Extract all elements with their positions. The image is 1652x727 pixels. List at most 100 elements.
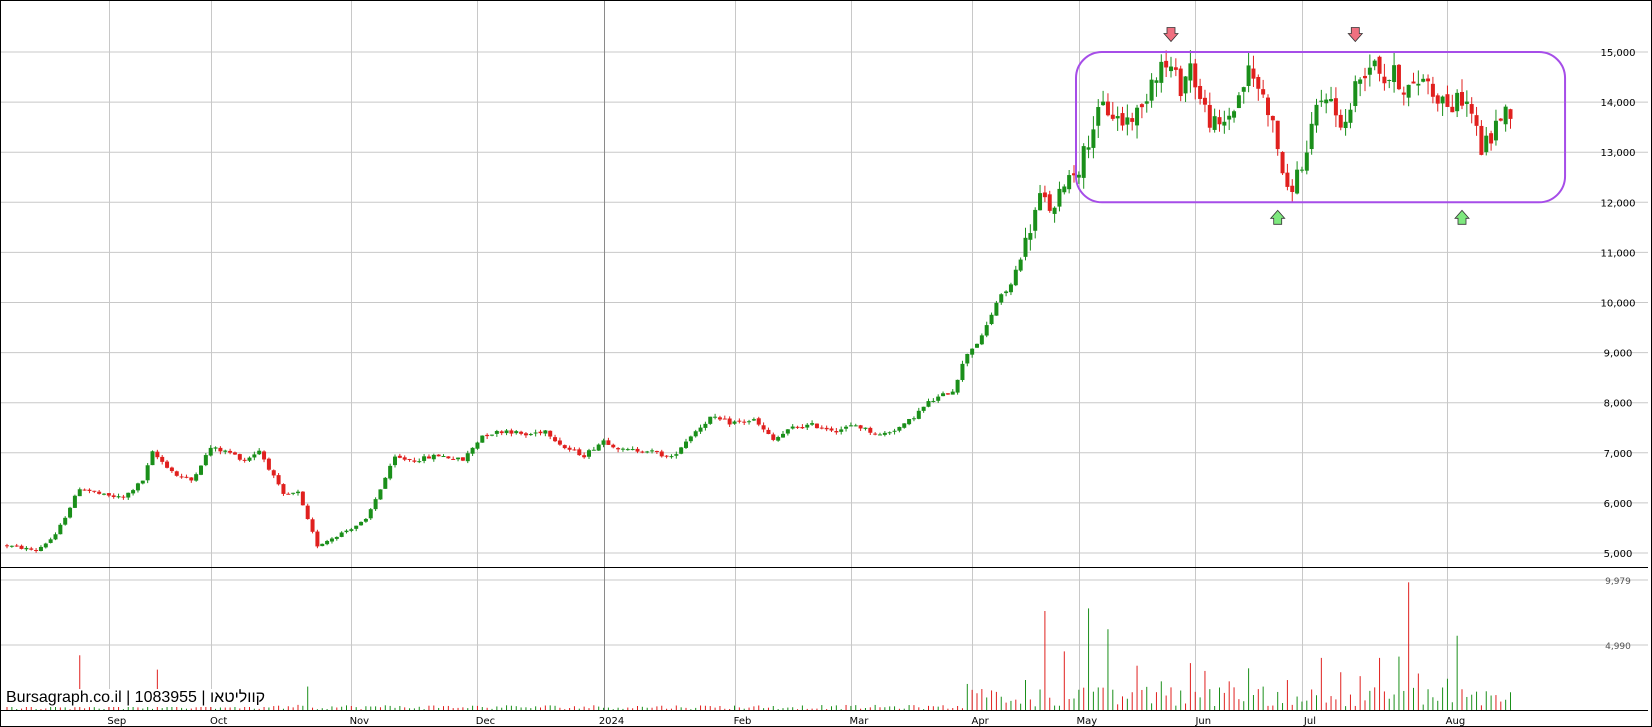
stock-chart: 5,000 6,000 7,000 8,000 9,000 10,000 11,000 12,… xyxy=(0,0,1652,727)
price-tick-label: 8,000 xyxy=(1604,399,1633,410)
candle-body xyxy=(485,434,490,437)
candle-body xyxy=(669,456,674,458)
candle-body xyxy=(960,363,965,381)
candle-body xyxy=(1096,107,1101,126)
candle-body xyxy=(1178,68,1183,97)
candle-body xyxy=(979,335,984,345)
candle-body xyxy=(1144,101,1149,104)
candle-body xyxy=(1232,111,1237,118)
month-label: Apr xyxy=(971,716,989,727)
candle-body xyxy=(271,470,276,476)
candle-body xyxy=(1236,95,1241,109)
candle-body xyxy=(145,465,150,481)
candle-body xyxy=(902,423,907,428)
candle-body xyxy=(1275,120,1280,150)
candle-body xyxy=(1154,80,1159,83)
candle-body xyxy=(538,431,543,434)
candle-body xyxy=(616,448,621,450)
candle-body xyxy=(388,465,393,479)
candle-body xyxy=(407,458,412,460)
price-tick-label: 12,000 xyxy=(1601,198,1636,209)
candle-body xyxy=(897,426,902,431)
candle-body xyxy=(490,434,494,436)
candle-body xyxy=(1324,99,1329,104)
candle-body xyxy=(1149,79,1154,101)
candle-body xyxy=(945,393,950,395)
candle-body xyxy=(727,418,732,425)
candle-body xyxy=(664,455,669,457)
candle-body xyxy=(693,431,698,437)
candle-body xyxy=(1042,192,1047,198)
candle-body xyxy=(72,495,77,508)
candle-body xyxy=(921,406,926,411)
candle-body xyxy=(1139,104,1144,108)
candle-body xyxy=(839,429,844,432)
candle-body xyxy=(1246,65,1251,86)
candle-body xyxy=(1091,129,1096,148)
candle-body xyxy=(1290,185,1295,192)
candle-body xyxy=(179,476,184,478)
candle-body xyxy=(1493,120,1498,141)
candle-body xyxy=(1198,85,1203,99)
candle-body xyxy=(19,545,24,549)
candle-body xyxy=(873,433,878,435)
candle-body xyxy=(514,431,519,434)
candle-body xyxy=(630,449,635,451)
candle-body xyxy=(48,539,53,543)
candle-body xyxy=(640,451,645,453)
candle-body xyxy=(1435,95,1440,104)
candle-body xyxy=(5,545,9,547)
candle-body xyxy=(329,538,334,542)
candle-body xyxy=(228,450,233,453)
candle-body xyxy=(819,427,824,429)
candle-body xyxy=(1367,67,1372,75)
candle-body xyxy=(339,532,344,537)
candle-body xyxy=(916,410,921,419)
candle-body xyxy=(756,418,761,425)
candle-body xyxy=(1304,152,1309,171)
candle-body xyxy=(9,545,14,547)
candle-body xyxy=(1343,121,1348,129)
candle-body xyxy=(499,431,504,434)
candle-body xyxy=(451,458,456,460)
price-tick-label: 9,000 xyxy=(1604,349,1633,360)
candle-body xyxy=(1202,97,1207,105)
candle-body xyxy=(853,425,858,427)
candle-body xyxy=(1455,92,1460,112)
candle-body xyxy=(1018,259,1023,271)
candle-body xyxy=(533,432,538,434)
candle-body xyxy=(397,455,402,458)
candle-body xyxy=(68,507,73,518)
candle-body xyxy=(1038,193,1043,211)
candle-body xyxy=(82,489,87,491)
candle-body xyxy=(810,423,815,425)
candle-body xyxy=(92,490,97,492)
candle-body xyxy=(1363,75,1367,79)
watermark-caption: Bursagraph.co.il | 1083955 | קווליטאו xyxy=(4,689,268,707)
candle-body xyxy=(1120,113,1125,126)
candle-body xyxy=(625,449,630,451)
price-tick-label: 7,000 xyxy=(1604,449,1633,460)
candle-body xyxy=(844,426,849,429)
candle-body xyxy=(1333,98,1338,116)
candle-body xyxy=(160,456,165,462)
price-tick-label: 14,000 xyxy=(1601,98,1636,109)
candle-body xyxy=(169,467,174,472)
candle-body xyxy=(926,401,931,407)
candle-body xyxy=(790,426,795,429)
candle-body xyxy=(751,419,756,421)
candle-body xyxy=(591,449,596,451)
candle-body xyxy=(1110,114,1115,119)
candle-body xyxy=(708,416,713,424)
candle-body xyxy=(58,524,63,535)
candle-body xyxy=(87,489,92,491)
candle-body xyxy=(955,379,960,393)
month-label: Aug xyxy=(1446,716,1466,727)
candle-body xyxy=(1207,104,1212,128)
candle-body xyxy=(717,417,722,420)
candle-body xyxy=(1241,87,1246,92)
candle-body xyxy=(703,423,708,428)
candle-body xyxy=(150,451,155,466)
candle-body xyxy=(1401,92,1406,95)
candle-body xyxy=(1396,64,1401,90)
